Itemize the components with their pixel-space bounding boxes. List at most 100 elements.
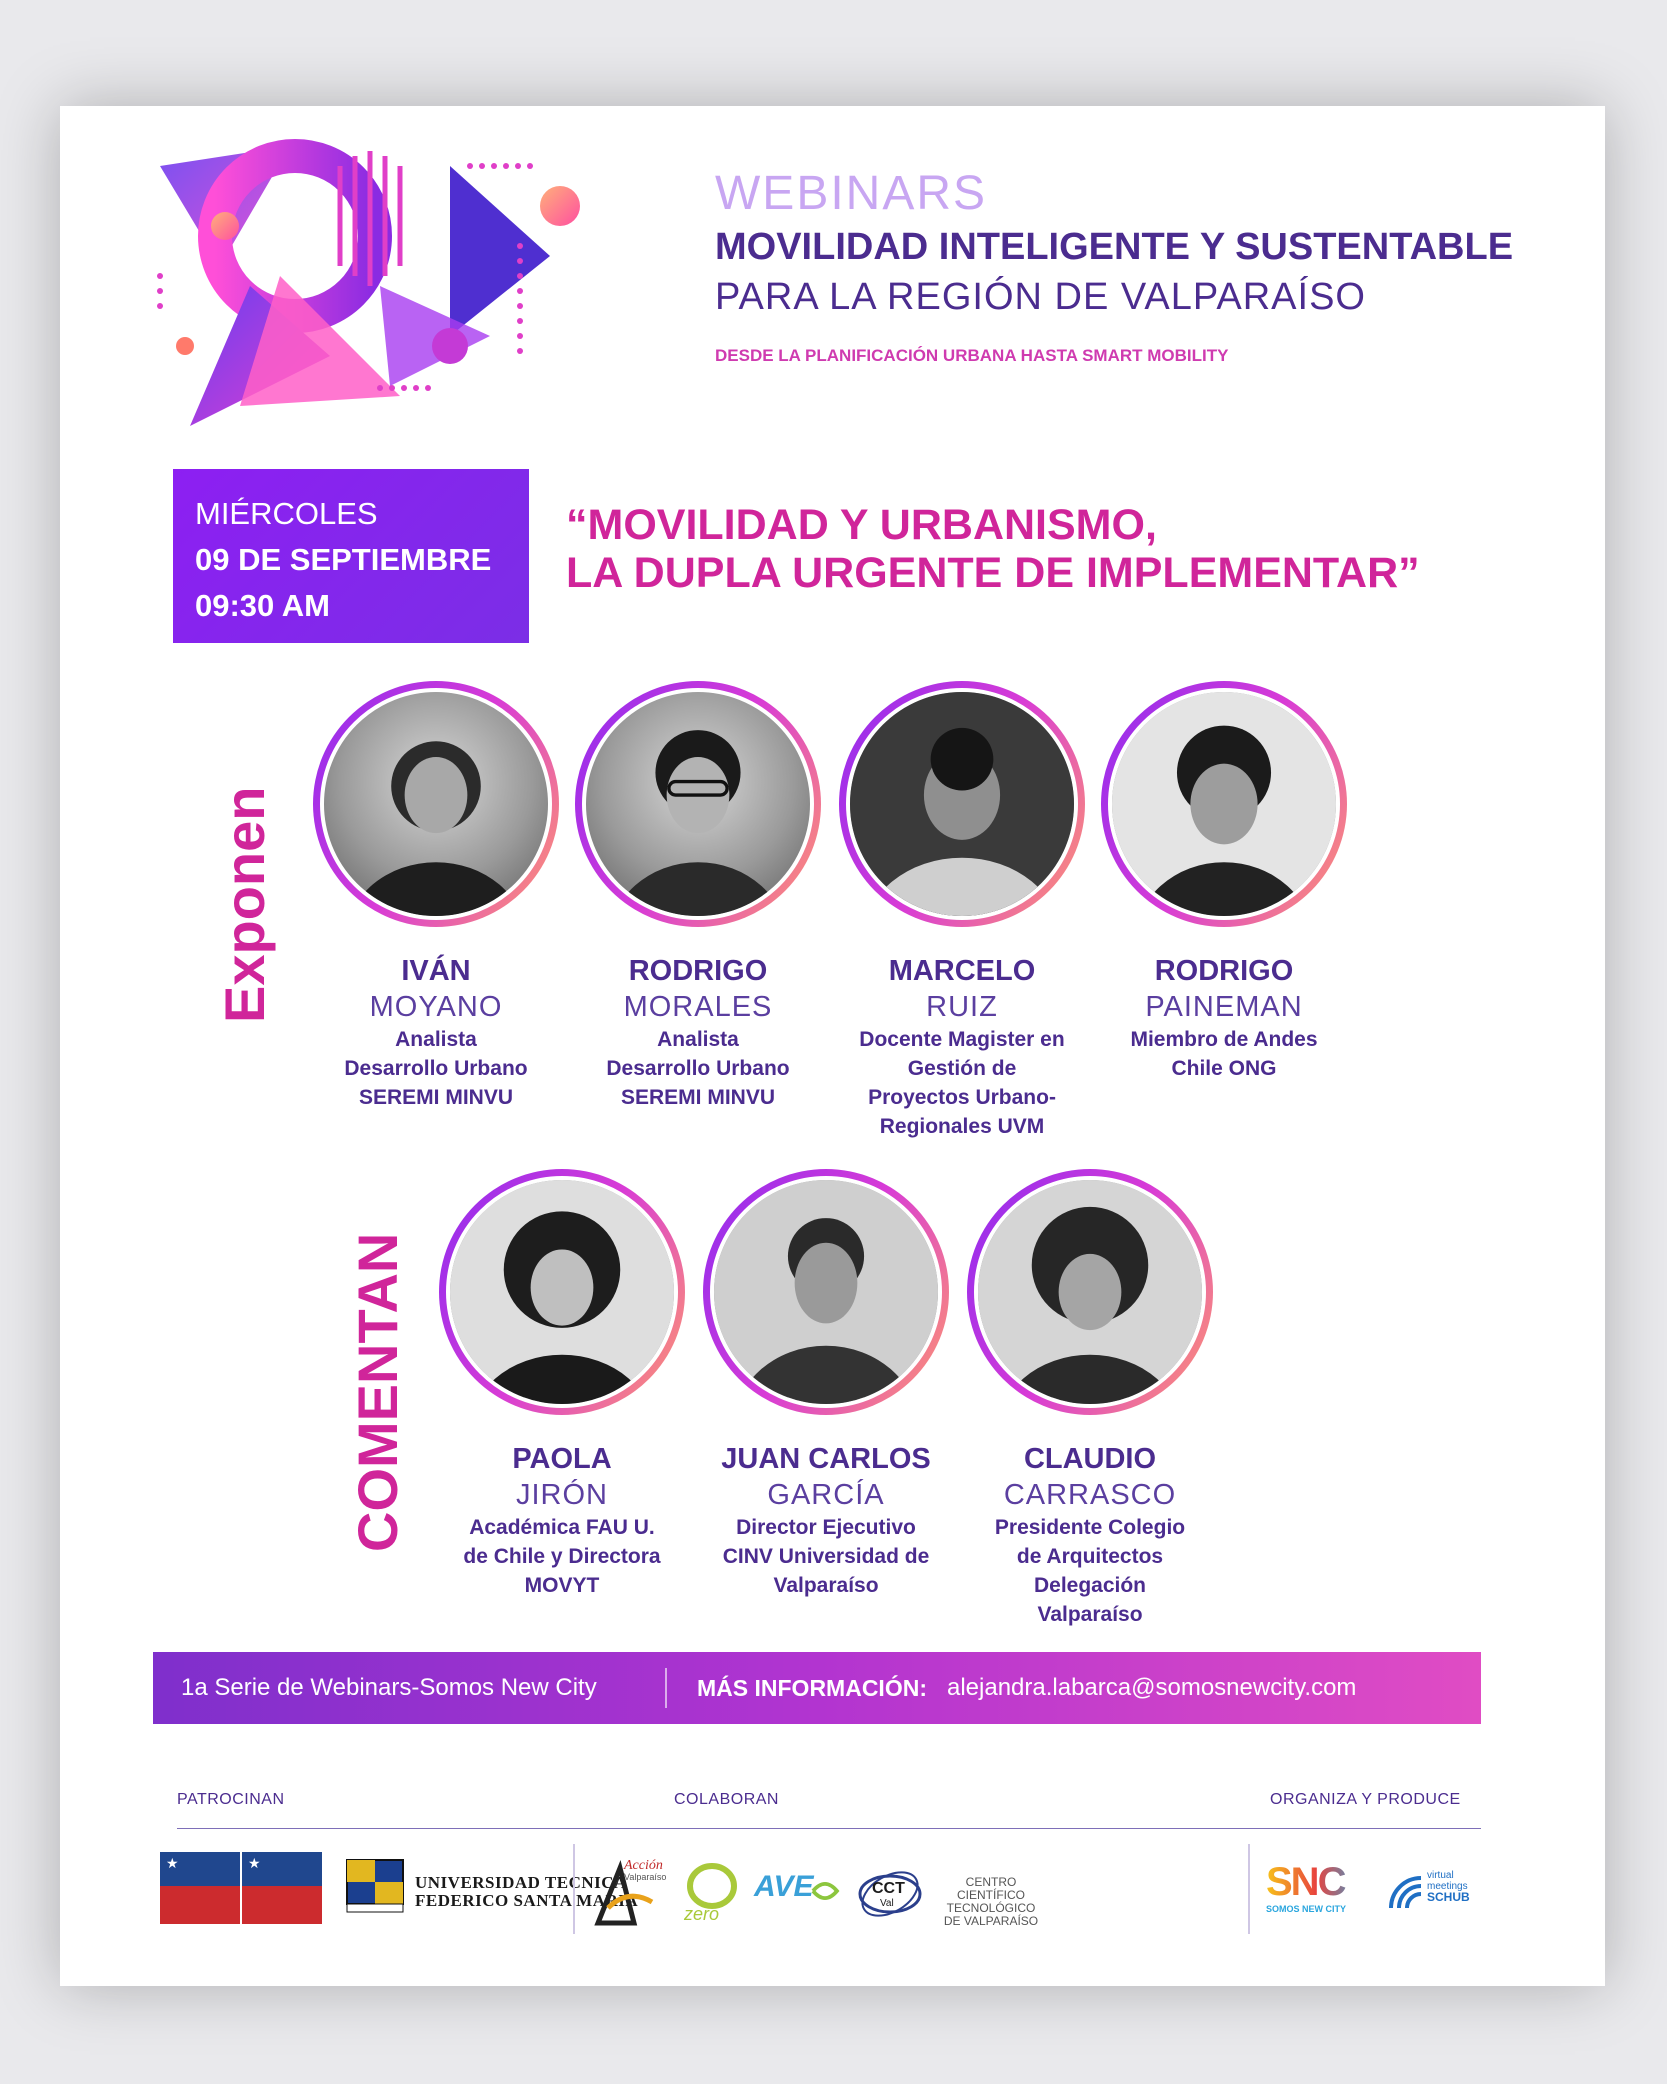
speaker-photo <box>320 688 552 920</box>
date-box: MIÉRCOLES 09 DE SEPTIEMBRE 09:30 AM <box>173 469 529 643</box>
speaker-role-line: SEREMI MINVU <box>620 1086 775 1109</box>
sponsor-vertical-divider <box>1248 1844 1250 1934</box>
webinars-heading: WEBINARS <box>715 167 988 220</box>
event-date: 09 DE SEPTIEMBRE <box>195 542 492 577</box>
speaker-first-name: RODRIGO <box>628 955 768 987</box>
speaker-photo-ring <box>439 1169 685 1415</box>
subtitle: DESDE LA PLANIFICACIÓN URBANA HASTA SMAR… <box>715 346 1229 365</box>
speaker-role-line: Director Ejecutivo <box>736 1516 916 1539</box>
cct-fullname-line3: DE VALPARAÍSO <box>943 1914 1039 1928</box>
speaker-role-line: Valparaíso <box>773 1574 879 1597</box>
speaker-photo-ring <box>313 681 559 927</box>
speaker-first-name: RODRIGO <box>1154 955 1294 987</box>
speaker-role-line: de Arquitectos <box>1016 1545 1164 1568</box>
speaker-photo <box>1108 688 1340 920</box>
speaker-photo-ring <box>1101 681 1347 927</box>
speaker-last-name: PAINEMAN <box>1145 991 1303 1023</box>
flyer-card: WEBINARS MOVILIDAD INTELIGENTE Y SUSTENT… <box>60 106 1605 1986</box>
contact-email-link[interactable]: alejandra.labarca@somosnewcity.com <box>927 1674 1356 1702</box>
speaker-photo <box>974 1176 1206 1408</box>
speaker-role-line: Miembro de Andes <box>1130 1028 1318 1051</box>
speaker-role-line: Chile ONG <box>1171 1057 1277 1080</box>
speaker-last-name: JIRÓN <box>516 1479 608 1511</box>
speaker-role-line: SEREMI MINVU <box>358 1086 513 1109</box>
speaker-first-name: PAOLA <box>512 1443 612 1475</box>
speaker-role-line: Valparaíso <box>1037 1603 1143 1626</box>
speaker-first-name: IVÁN <box>401 955 471 987</box>
ave-logo: AVE <box>754 1870 840 1918</box>
speaker-role-line: Analista <box>395 1028 477 1051</box>
ministerio-energia-logo: ★ <box>242 1852 322 1924</box>
speaker-photo <box>846 688 1078 920</box>
comentan-label: COMENTAN <box>346 1232 409 1552</box>
sponsor-vertical-divider <box>573 1844 575 1934</box>
speaker-photo-ring <box>703 1169 949 1415</box>
wifi-icon <box>1389 1876 1422 1909</box>
exponen-label: Exponen <box>213 786 276 1023</box>
schub-line3: SCHUB <box>1427 1890 1470 1904</box>
snc-sub: SOMOS NEW CITY <box>1266 1904 1347 1914</box>
speaker-role-line: Gestión de <box>907 1057 1017 1080</box>
colaboran-label: COLABORAN <box>674 1791 779 1808</box>
usm-crest-logo <box>346 1859 404 1913</box>
speaker-photo-ring <box>967 1169 1213 1415</box>
commentator-card: PAOLA JIRÓN Académica FAU U. de Chile y … <box>432 1169 692 1600</box>
speaker-photo-ring <box>839 681 1085 927</box>
talk-title-line2: LA DUPLA URGENTE DE IMPLEMENTAR” <box>566 549 1420 597</box>
speaker-photo-ring <box>575 681 821 927</box>
speaker-role-line: Regionales UVM <box>879 1115 1045 1138</box>
speaker-role-line: Presidente Colegio <box>994 1516 1186 1539</box>
talk-title-line1: “MOVILIDAD Y URBANISMO, <box>566 501 1157 549</box>
speaker-role-line: Delegación <box>1033 1574 1147 1597</box>
patrocinan-label: PATROCINAN <box>177 1791 285 1808</box>
cct-text: CCT <box>872 1880 905 1897</box>
cct-fullname: CENTRO CIENTÍFICO TECNOLÓGICO DE VALPARA… <box>936 1876 1046 1928</box>
sponsor-divider-line <box>177 1828 1481 1829</box>
speaker-first-name: MARCELO <box>888 955 1036 987</box>
speaker-card: MARCELO RUIZ Docente Magister en Gestión… <box>832 681 1092 1141</box>
zero-text: zero <box>684 1904 720 1924</box>
main-title-line2: PARA LA REGIÓN DE VALPARAÍSO <box>715 276 1366 318</box>
speaker-role-line: Académica FAU U. <box>469 1516 655 1539</box>
event-time: 09:30 AM <box>195 588 330 623</box>
accion-valparaiso-logo: Acción Valparaíso <box>588 1858 668 1928</box>
accion-sub: Valparaíso <box>624 1872 667 1882</box>
speaker-role-line: de Chile y Directora <box>463 1545 661 1568</box>
speaker-last-name: CARRASCO <box>1003 1479 1177 1511</box>
commentator-card: JUAN CARLOS GARCÍA Director Ejecutivo CI… <box>696 1169 956 1600</box>
more-info-label: MÁS INFORMACIÓN: <box>697 1674 927 1701</box>
main-title-line1: MOVILIDAD INTELIGENTE Y SUSTENTABLE <box>715 226 1514 268</box>
cct-val-logo: CCT Val CENTRO CIENTÍFICO TECNOLÓGICO DE… <box>856 1862 1046 1928</box>
speaker-last-name: MORALES <box>623 991 773 1023</box>
somos-new-city-logo: SNC SOMOS NEW CITY <box>1266 1862 1366 1922</box>
speaker-photo <box>582 688 814 920</box>
speaker-photo <box>710 1176 942 1408</box>
speaker-card: RODRIGO MORALES Analista Desarrollo Urba… <box>568 681 828 1112</box>
speaker-role-line: Proyectos Urbano- <box>868 1086 1056 1109</box>
speaker-role-line: Desarrollo Urbano <box>606 1057 790 1080</box>
speaker-card: RODRIGO PAINEMAN Miembro de Andes Chile … <box>1094 681 1354 1083</box>
speaker-last-name: GARCÍA <box>767 1479 885 1511</box>
speaker-photo <box>446 1176 678 1408</box>
schub-logo: virtual meetings SCHUB <box>1385 1868 1485 1918</box>
speaker-role-line: Analista <box>657 1028 739 1051</box>
cct-fullname-line1: CENTRO CIENTÍFICO <box>957 1875 1025 1902</box>
event-day: MIÉRCOLES <box>195 496 378 531</box>
speaker-role-line: CINV Universidad de <box>722 1545 930 1568</box>
speaker-role-line: Desarrollo Urbano <box>344 1057 528 1080</box>
speaker-first-name: JUAN CARLOS <box>721 1443 931 1475</box>
speaker-last-name: RUIZ <box>926 991 998 1023</box>
talk-title: “MOVILIDAD Y URBANISMO, LA DUPLA URGENTE… <box>566 501 1420 597</box>
commentator-card: CLAUDIO CARRASCO Presidente Colegio de A… <box>960 1169 1220 1629</box>
organiza-label: ORGANIZA Y PRODUCE <box>1270 1791 1461 1808</box>
speaker-role-line: MOVYT <box>524 1574 600 1597</box>
series-label: 1a Serie de Webinars-Somos New City <box>181 1674 597 1701</box>
speaker-role-line: Docente Magister en <box>859 1028 1065 1051</box>
info-bar: 1a Serie de Webinars-Somos New City MÁS … <box>153 1652 1481 1724</box>
cct-sub: Val <box>880 1898 894 1909</box>
snc-text: SNC <box>1266 1862 1366 1902</box>
speaker-last-name: MOYANO <box>369 991 503 1023</box>
ministerio-transportes-logo: ★ <box>160 1852 240 1924</box>
speaker-card: IVÁN MOYANO Analista Desarrollo Urbano S… <box>306 681 566 1112</box>
zero-logo: zero <box>680 1860 744 1926</box>
